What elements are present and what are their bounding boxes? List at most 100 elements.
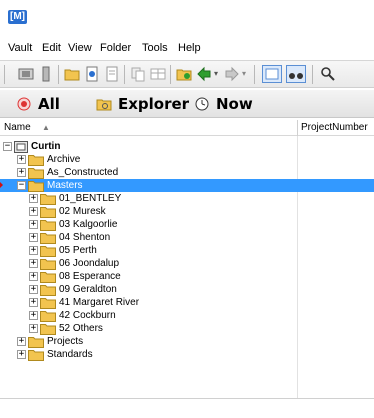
expand-icon[interactable]: + [29,246,38,255]
forward-dropdown-icon[interactable]: ▾ [242,69,246,78]
column-divider[interactable] [297,120,298,136]
tree-row[interactable]: +04 Shenton [0,231,374,244]
grid-view-icon[interactable] [262,65,282,83]
tree-row-label: Standards [47,349,93,360]
expand-icon[interactable]: + [29,233,38,242]
tree-row-label: 02 Muresk [59,206,106,217]
expand-icon[interactable]: + [17,168,26,177]
tree-row-label: Masters [47,180,83,191]
tree-row[interactable]: +09 Geraldton [0,283,374,296]
folder-icon [40,246,56,257]
menu-help[interactable]: Help [178,42,201,54]
tree-row-label: 05 Perth [59,245,97,256]
expand-icon[interactable]: + [29,298,38,307]
column-header-name[interactable]: Name [4,122,31,133]
tree-row-selected[interactable]: − Masters [0,179,374,192]
binoculars-icon[interactable] [286,65,306,83]
tree-row-label: Projects [47,336,84,347]
document-icon[interactable] [104,66,120,82]
expand-icon[interactable]: + [17,350,26,359]
tab-explorer-label: Explorer [118,95,190,113]
folder-star-icon[interactable] [176,66,192,82]
view-tab-bar: All Explorer Now [0,90,374,118]
column-icon[interactable] [38,66,54,82]
back-dropdown-icon[interactable]: ▾ [214,69,218,78]
expand-icon[interactable]: + [29,285,38,294]
menu-vault[interactable]: Vault [8,42,32,54]
tree-row[interactable]: +08 Esperance [0,270,374,283]
tree-row[interactable]: +05 Perth [0,244,374,257]
tree-root-label: Curtin [31,141,61,152]
tree-row[interactable]: +42 Cockburn [0,309,374,322]
folder-icon [40,259,56,270]
expand-icon[interactable]: + [17,337,26,346]
search-icon[interactable] [320,66,336,82]
folder-icon [40,207,56,218]
menu-edit[interactable]: Edit [42,42,61,54]
star-target-icon [17,97,31,111]
menu-bar: Vault Edit View Folder Tools Help [0,38,374,58]
explorer-folder-icon [96,99,112,111]
expand-icon[interactable]: + [17,155,26,164]
tree-row-label: 41 Margaret River [59,297,140,308]
tree-row-label: Archive [47,154,81,165]
tab-explorer[interactable]: Explorer [96,95,189,113]
menu-folder[interactable]: Folder [100,42,131,54]
tree-row[interactable]: +01_BENTLEY [0,192,374,205]
forward-arrow-icon[interactable] [224,66,240,82]
vault-root-icon [14,141,28,153]
folder-icon [28,350,44,361]
tree-row[interactable]: + Projects [0,335,374,348]
tree-root[interactable]: − Curtin [0,140,374,153]
tree-row[interactable]: + As_Constructed [0,166,374,179]
expand-icon[interactable]: + [29,311,38,320]
expand-icon[interactable]: + [29,272,38,281]
tree-row-label: 42 Cockburn [59,310,116,321]
tree-row-label: 52 Others [59,323,103,334]
toolbar-separator [170,65,171,84]
toolbar-separator [58,65,59,84]
toolbar-separator [312,65,313,84]
tree-row[interactable]: +03 Kalgoorlie [0,218,374,231]
collapse-icon[interactable]: − [3,142,12,151]
column-header-projectnumber[interactable]: ProjectNumber [301,122,368,133]
tree-row[interactable]: + Standards [0,348,374,361]
tree-row-label: 08 Esperance [59,271,121,282]
open-icon[interactable] [84,66,100,82]
toolbar: ▾ ▾ [0,60,374,88]
tree-row-label: 01_BENTLEY [59,193,122,204]
tab-now-label: Now [216,95,253,113]
folder-icon [40,272,56,283]
folder-icon [28,168,44,179]
tab-all[interactable]: All [16,95,60,113]
toolbar-separator [254,65,255,84]
expand-icon[interactable]: + [29,207,38,216]
tree-row[interactable]: +41 Margaret River [0,296,374,309]
toolbar-grip [4,65,5,84]
back-arrow-icon[interactable] [196,66,212,82]
expand-icon[interactable]: + [29,259,38,268]
tree-row-label: As_Constructed [47,167,119,178]
folder-icon [40,324,56,335]
menu-tools[interactable]: Tools [142,42,168,54]
tree-row[interactable]: + Archive [0,153,374,166]
folder-icon [40,194,56,205]
title-bar: [M] [0,0,374,34]
tree-row[interactable]: +02 Muresk [0,205,374,218]
tab-now[interactable]: Now [194,95,253,113]
new-folder-icon[interactable] [64,66,80,82]
folder-icon [40,233,56,244]
vault-icon[interactable] [18,66,34,82]
tree-row[interactable]: +06 Joondalup [0,257,374,270]
folder-icon [28,337,44,348]
copy-icon[interactable] [130,66,146,82]
app-logo: [M] [8,10,27,24]
expand-icon[interactable]: + [29,324,38,333]
tree-row[interactable]: +52 Others [0,322,374,335]
expand-icon[interactable]: + [29,194,38,203]
menu-view[interactable]: View [68,42,92,54]
expand-icon[interactable]: + [29,220,38,229]
collapse-icon[interactable]: − [17,181,26,190]
folder-icon [40,220,56,231]
table-icon[interactable] [150,66,166,82]
